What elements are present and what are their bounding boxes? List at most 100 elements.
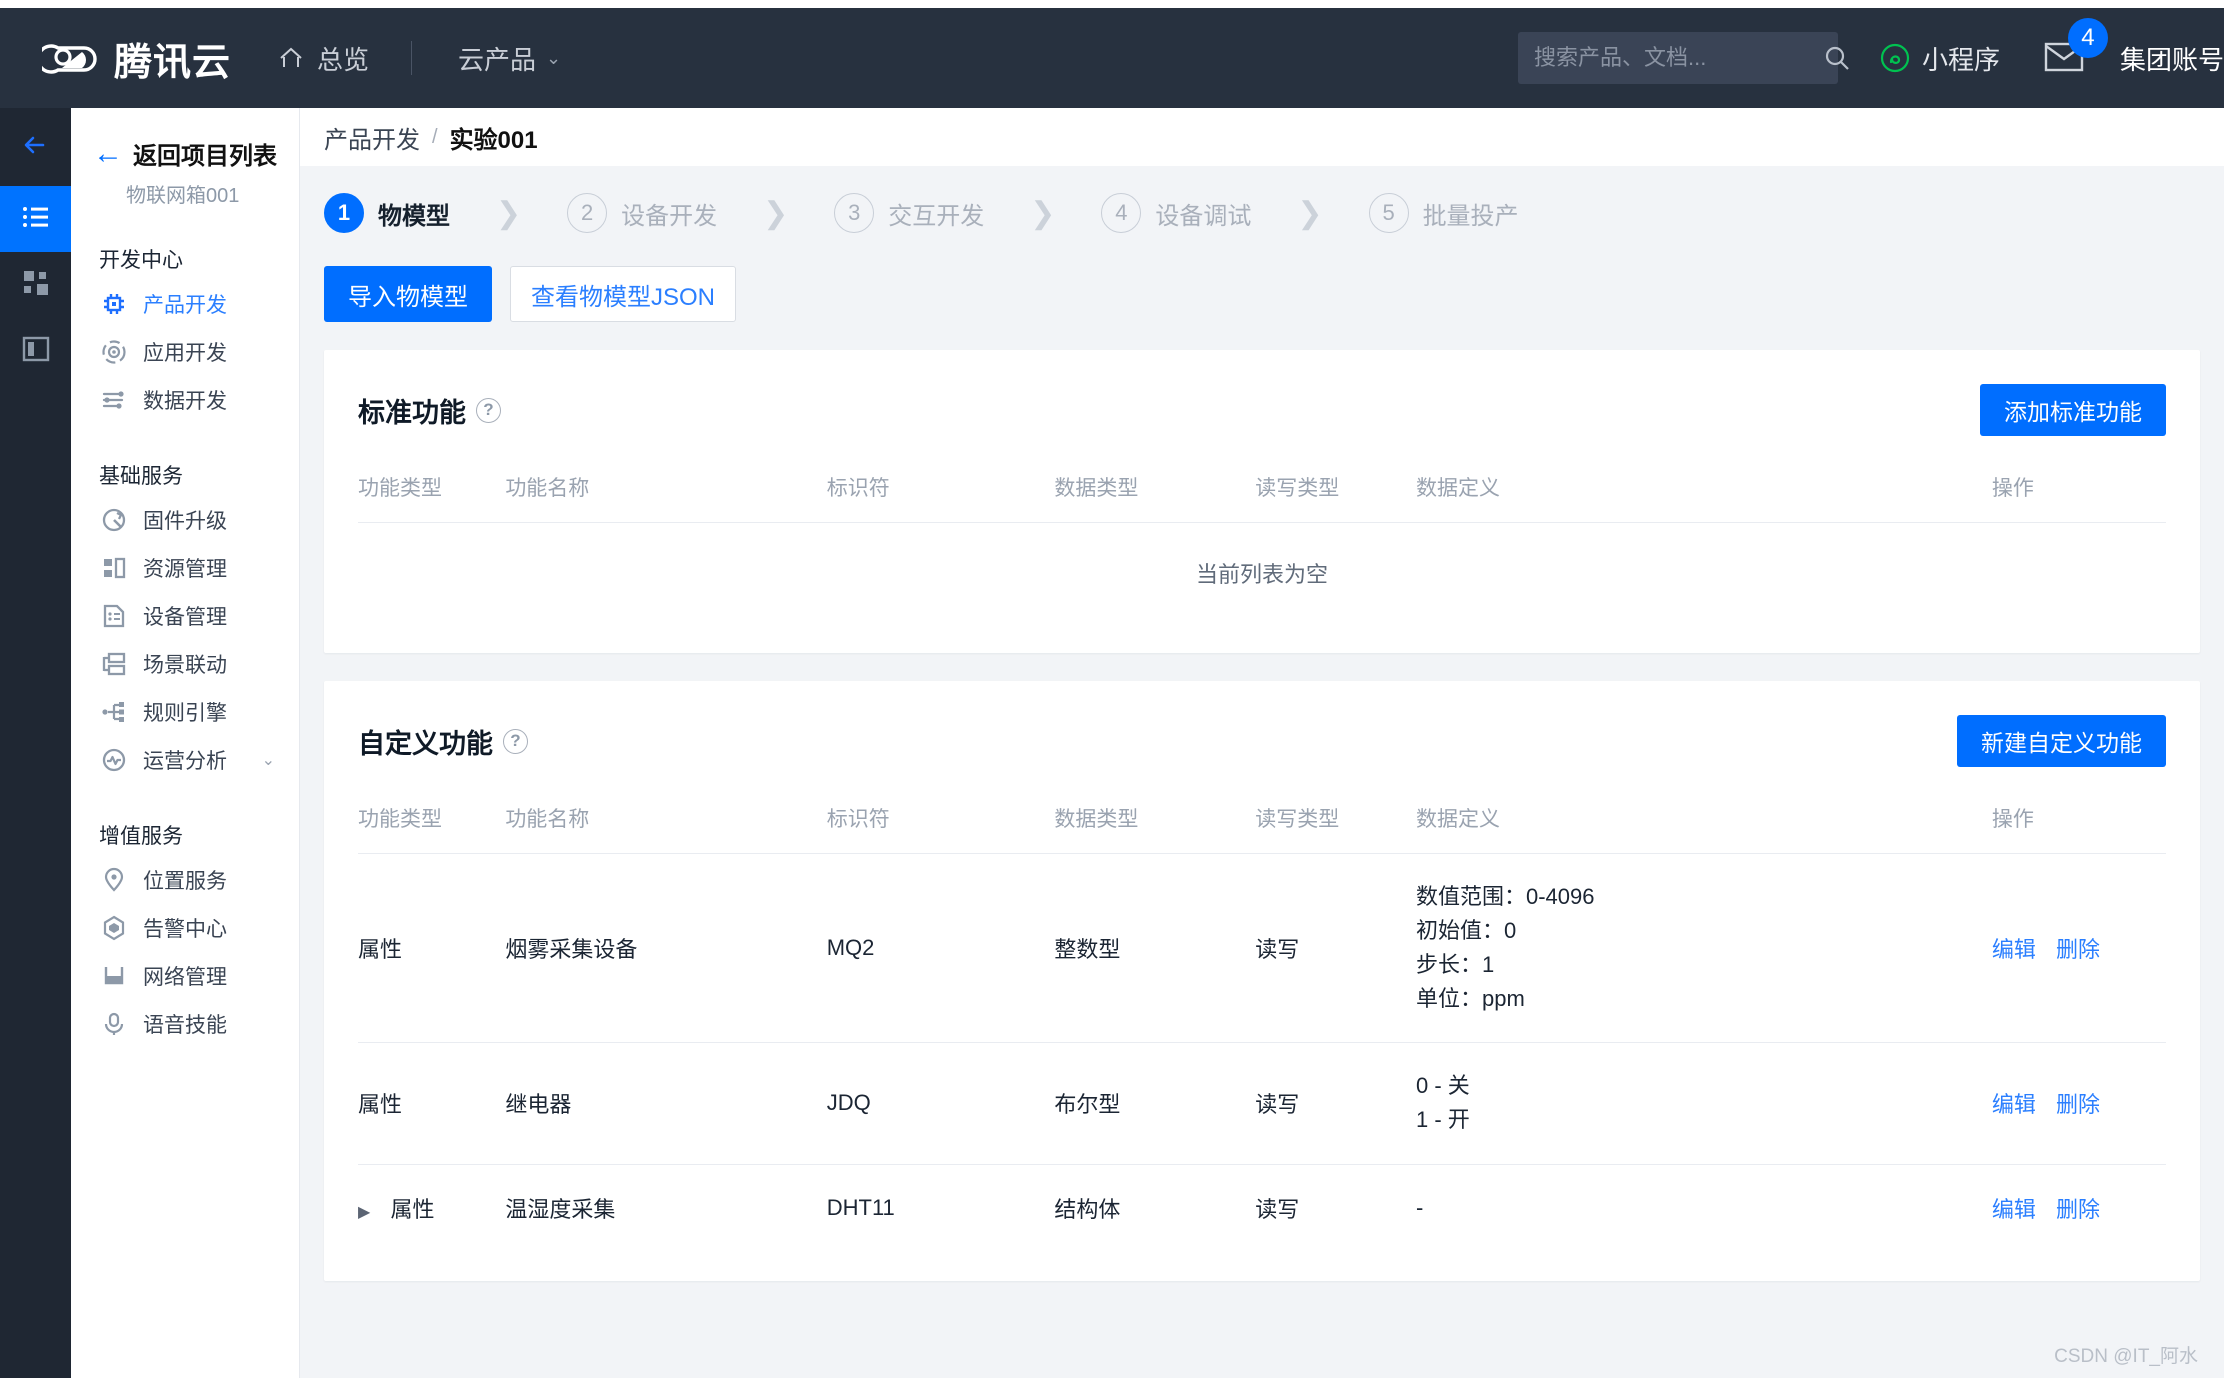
step-3-interaction-development[interactable]: 3 交互开发 [834, 193, 984, 233]
icon-rail [0, 108, 71, 1378]
standard-function-card: 标准功能 ? 添加标准功能 功能类型 功能名称 标识符 数据类型 读写类型 数据… [324, 350, 2200, 653]
rail-collapse-back-button[interactable] [0, 108, 71, 186]
miniprogram-label: 小程序 [1921, 44, 2000, 75]
step-number: 3 [834, 193, 875, 233]
search-input[interactable] [1533, 45, 1822, 71]
grid-icon [21, 268, 51, 303]
book-icon [21, 334, 51, 369]
sidebar-item-label: 网络管理 [143, 966, 227, 989]
sidebar-back-to-project-list[interactable]: ← 返回项目列表 [71, 108, 299, 171]
sidebar-item-firmware-upgrade[interactable]: 固件升级 [71, 496, 299, 544]
step-5-mass-production[interactable]: 5 批量投产 [1368, 193, 1519, 233]
rail-item-apps[interactable] [0, 252, 71, 318]
step-number: 1 [324, 193, 364, 233]
cell-operation: 编辑 删除 [1991, 852, 2166, 1043]
custom-table-head: 功能类型 功能名称 标识符 数据类型 读写类型 数据定义 操作 [358, 767, 2166, 854]
chevron-down-icon[interactable]: ⌄ [262, 750, 275, 770]
top-header: 腾讯云 总览 云产品 ⌄ 小程序 [0, 8, 2224, 108]
step-label: 设备调试 [1155, 202, 1252, 230]
mic-icon [99, 1009, 129, 1039]
sidebar-item-app-development[interactable]: 应用开发 [71, 328, 299, 376]
sidebar-item-location-service[interactable]: 位置服务 [71, 856, 299, 904]
sidebar-item-alarm-center[interactable]: 告警中心 [71, 904, 299, 952]
new-custom-function-button[interactable]: 新建自定义功能 [1957, 715, 2166, 767]
miniprogram-entry[interactable]: 小程序 [1880, 40, 2000, 77]
cell-operation: 编辑 删除 [1991, 1042, 2166, 1165]
sidebar-project-name: 物联网箱001 [126, 185, 240, 207]
expand-triangle-icon[interactable]: ▶ [358, 1202, 370, 1222]
cell-data-definition: 数值范围：0-4096 初始值：0 步长：1 单位：ppm [1415, 852, 1992, 1043]
step-4-device-debug[interactable]: 4 设备调试 [1101, 193, 1251, 233]
delete-link[interactable]: 删除 [2056, 937, 2100, 962]
sidebar-group-title-basic-service: 基础服务 [99, 465, 183, 488]
standard-card-title-wrap: 标准功能 ? [358, 391, 501, 430]
delete-link[interactable]: 删除 [2056, 1092, 2100, 1117]
edit-link[interactable]: 编辑 [1992, 937, 2036, 962]
step-1-thing-model[interactable]: 1 物模型 [324, 193, 450, 233]
watermark: CSDN @IT_阿水 [2054, 1346, 2198, 1367]
sidebar-item-device-management[interactable]: 设备管理 [71, 592, 299, 640]
cell-identifier: DHT11 [826, 1163, 1055, 1251]
action-bar: 导入物模型 查看物模型JSON [300, 266, 2224, 322]
tencent-cloud-logo-icon [36, 30, 98, 86]
import-thing-model-button[interactable]: 导入物模型 [324, 266, 492, 322]
cell-function-name: 烟雾采集设备 [505, 852, 827, 1043]
arrow-left-icon [19, 128, 53, 167]
step-2-device-development[interactable]: 2 设备开发 [567, 193, 717, 233]
mail-entry[interactable]: 4 [2044, 17, 2108, 77]
question-icon[interactable]: ? [476, 397, 501, 423]
edit-link[interactable]: 编辑 [1992, 1092, 2036, 1117]
rail-item-docs[interactable] [0, 318, 71, 384]
col-identifier: 标识符 [826, 808, 890, 831]
sidebar-group-title-value-added: 增值服务 [99, 825, 183, 848]
custom-table-body: 属性 烟雾采集设备 MQ2 整数型 读写 数值范围：0-4096 初始值：0 步… [358, 852, 2166, 1251]
sidebar-back-label: 返回项目列表 [133, 143, 277, 170]
standard-table-head: 功能类型 功能名称 标识符 数据类型 读写类型 数据定义 操作 [358, 436, 2166, 523]
sidebar-item-network-management[interactable]: 网络管理 [71, 952, 299, 1000]
nav-overview[interactable]: 总览 [277, 40, 369, 77]
search-box[interactable] [1517, 32, 1849, 84]
definition-line: 数值范围：0-4096 [1415, 884, 1595, 909]
sidebar-item-voice-skill[interactable]: 语音技能 [71, 1000, 299, 1048]
nav-overview-label: 总览 [317, 44, 370, 75]
cell-identifier: MQ2 [826, 852, 1055, 1043]
mail-badge: 4 [2067, 17, 2108, 58]
cell-function-type-text: 属性 [390, 1196, 435, 1222]
view-thing-model-json-button[interactable]: 查看物模型JSON [510, 266, 737, 322]
cell-function-name: 继电器 [505, 1042, 827, 1165]
cell-function-type: ▶ 属性 [358, 1163, 506, 1251]
sidebar-item-label: 设备管理 [143, 606, 227, 629]
delete-link[interactable]: 删除 [2056, 1197, 2100, 1222]
table-row: ▶ 属性 温湿度采集 DHT11 结构体 读写 - 编辑 删除 [358, 1163, 2166, 1251]
sidebar-item-resource-management[interactable]: 资源管理 [71, 544, 299, 592]
cell-rw-type: 读写 [1255, 1042, 1416, 1165]
table-header-row: 功能类型 功能名称 标识符 数据类型 读写类型 数据定义 操作 [358, 436, 2166, 523]
col-operation: 操作 [1991, 477, 2034, 500]
col-function-name: 功能名称 [505, 477, 590, 500]
sidebar-item-label: 固件升级 [143, 510, 227, 533]
sidebar-item-product-development[interactable]: 产品开发 [71, 280, 299, 328]
sidebar-item-scene-linkage[interactable]: 场景联动 [71, 640, 299, 688]
search-icon[interactable] [1822, 43, 1852, 73]
empty-state-row: 当前列表为空 [358, 522, 2166, 623]
brand[interactable]: 腾讯云 [36, 30, 231, 86]
sidebar-item-label: 语音技能 [143, 1014, 227, 1037]
sidebar-item-rule-engine[interactable]: 规则引擎 [71, 688, 299, 736]
col-data-type: 数据类型 [1054, 808, 1139, 831]
rail-item-project-list[interactable] [0, 186, 71, 252]
col-identifier: 标识符 [826, 477, 890, 500]
nav-cloud-products[interactable]: 云产品 ⌄ [458, 40, 561, 77]
breadcrumb-parent[interactable]: 产品开发 [324, 120, 420, 155]
cell-data-type: 布尔型 [1054, 1042, 1256, 1165]
col-function-type: 功能类型 [358, 477, 442, 500]
cell-data-definition: 0 - 关 1 - 开 [1415, 1042, 1992, 1165]
standard-table-body: 当前列表为空 [358, 522, 2166, 623]
add-standard-function-button[interactable]: 添加标准功能 [1980, 384, 2166, 436]
account-menu[interactable]: 集团账号 [2120, 40, 2224, 77]
edit-link[interactable]: 编辑 [1992, 1197, 2036, 1222]
question-icon[interactable]: ? [503, 728, 528, 754]
sidebar-item-operation-analysis[interactable]: 运营分析 ⌄ [71, 736, 299, 784]
sidebar-item-data-development[interactable]: 数据开发 [71, 376, 299, 424]
col-function-name: 功能名称 [505, 808, 590, 831]
col-data-definition: 数据定义 [1415, 808, 1500, 831]
